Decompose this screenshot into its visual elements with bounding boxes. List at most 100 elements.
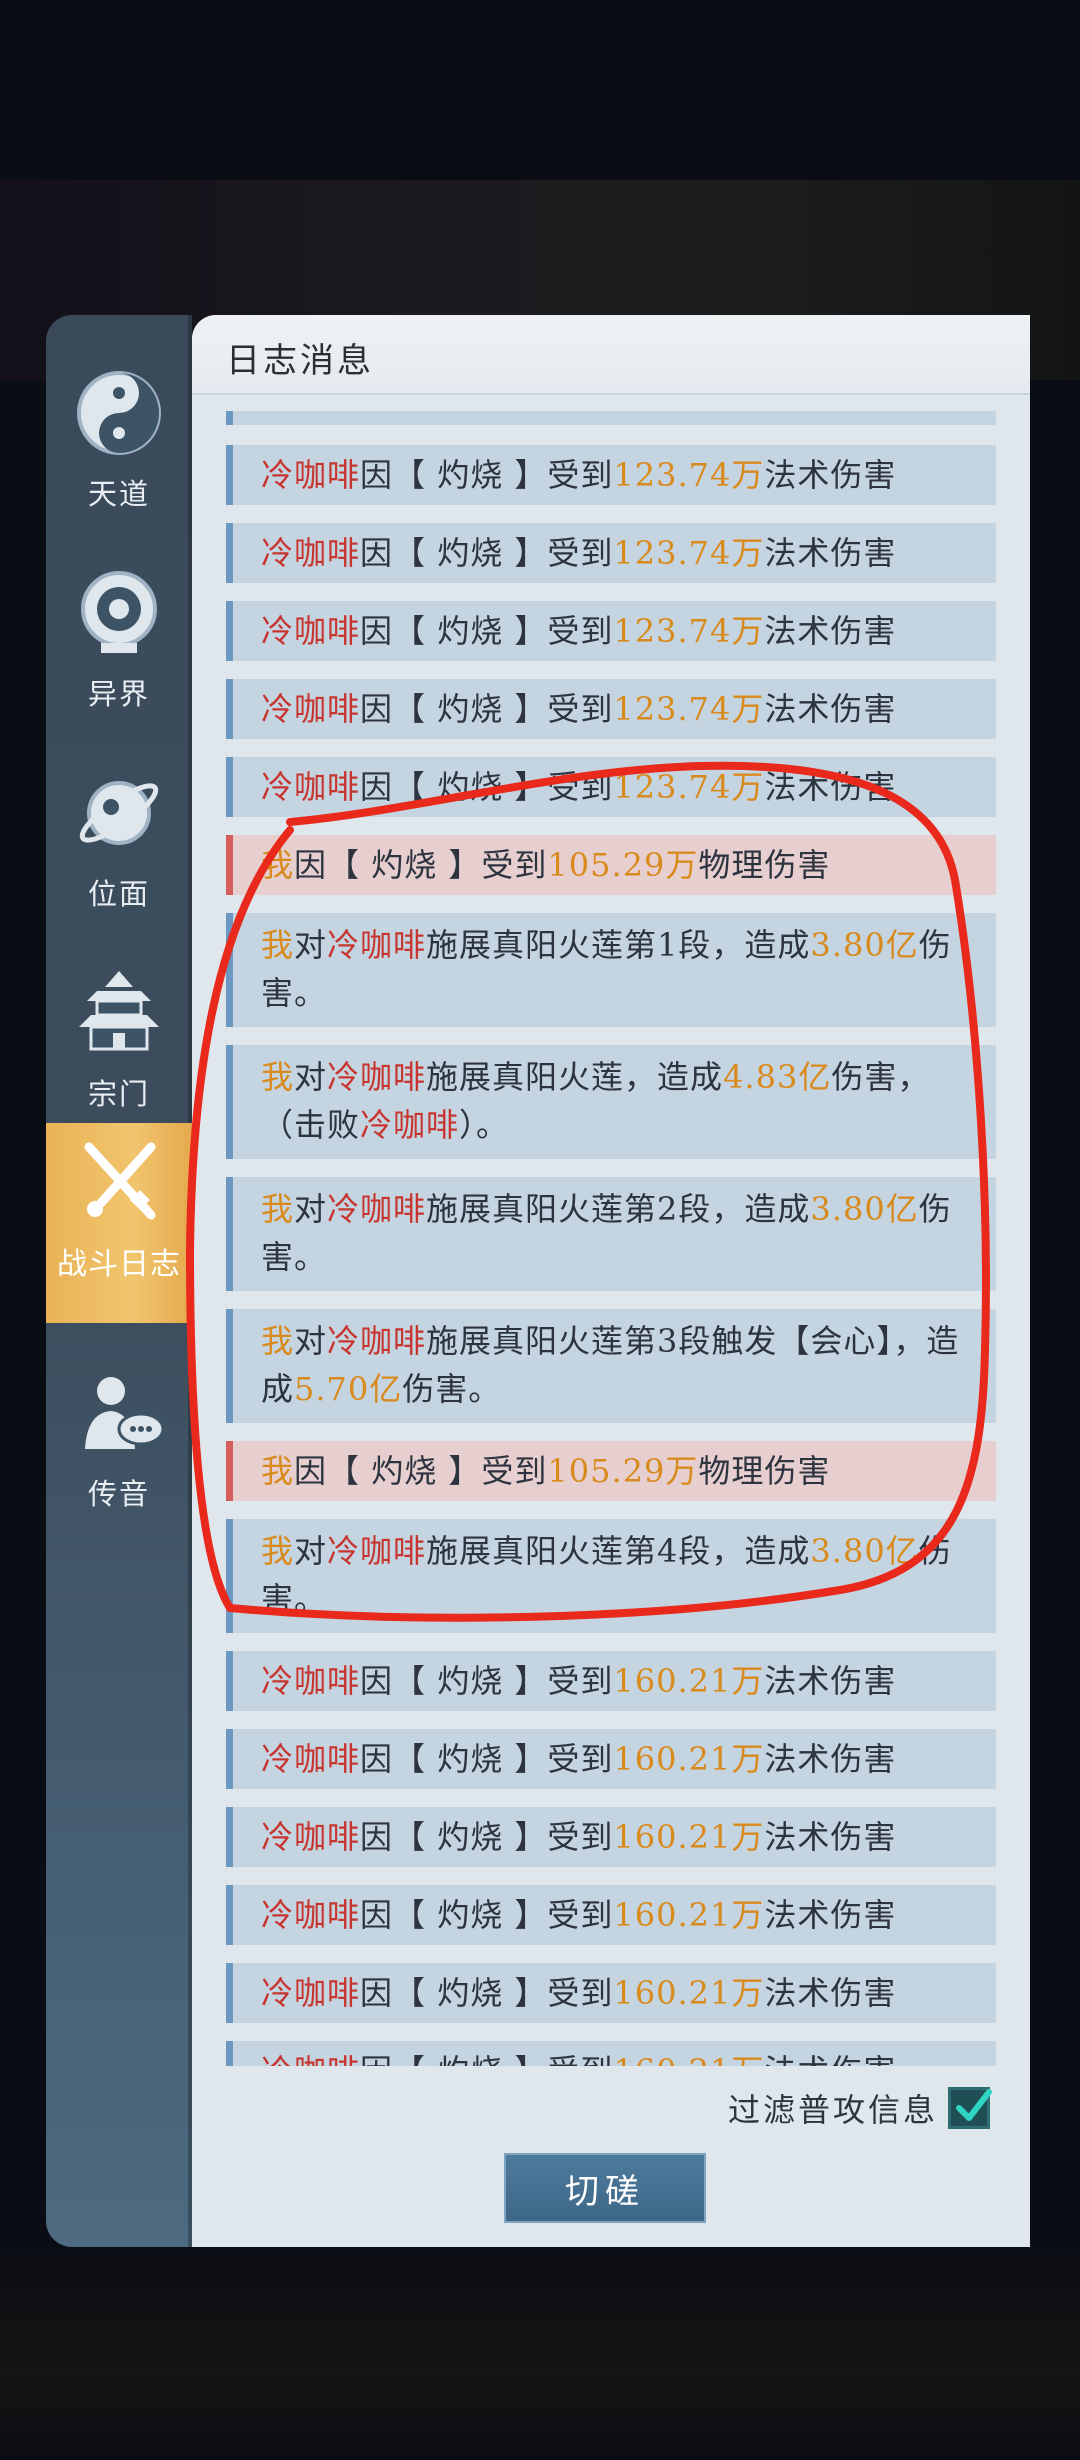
log-row-skill: 我对冷咖啡施展真阳火莲第3段触发【会心】，造成5.70亿伤害。 <box>226 1309 996 1423</box>
victim-name: 冷咖啡 <box>261 1818 361 1856</box>
log-row-skill: 我对冷咖啡施展真阳火莲第4段，造成3.80亿伤害。 <box>226 1519 996 1633</box>
log-row-self-burn: 我因【 灼烧 】受到105.29万物理伤害 <box>226 1441 996 1501</box>
sidebar-item-label: 位面 <box>87 877 150 911</box>
damage-amount: 160.21万 <box>613 1896 765 1934</box>
log-row-burn: 冷咖啡因【 灼烧 】受到160.21万法术伤害 <box>226 2041 996 2066</box>
log-row-burn: 冷咖啡因【 灼烧 】受到160.21万法术伤害 <box>226 1963 996 2023</box>
log-text: 因【 灼烧 】受到 <box>360 2052 613 2066</box>
checkmark-icon <box>956 2089 992 2121</box>
victim-name: 冷咖啡 <box>261 456 361 494</box>
log-text: 因【 灼烧 】受到 <box>360 1896 614 1934</box>
log-row-burn: 冷咖啡因【 灼烧 】受到160.21万法术伤害 <box>226 1729 996 1789</box>
player-name: 我 <box>261 1532 295 1570</box>
victim-name: 冷咖啡 <box>261 1896 361 1934</box>
log-row-skill: 我对冷咖啡施展真阳火莲第1段，造成3.80亿伤害。 <box>226 913 996 1027</box>
log-text: ）。 <box>459 1106 510 1144</box>
log-text: 对 <box>294 1058 328 1096</box>
panel-header: 日志消息 <box>192 315 1030 395</box>
damage-amount: 160.21万 <box>613 1818 765 1856</box>
chat-person-icon <box>85 1377 165 1449</box>
log-text: 因【 灼烧 】受到 <box>294 1452 548 1490</box>
sidebar-item-yijie[interactable]: 异界 <box>46 555 192 745</box>
damage-type: 法术伤害 <box>764 612 897 650</box>
sidebar-item-battle-log[interactable]: 战斗日志 <box>46 1123 206 1323</box>
log-text: 对 <box>294 926 328 964</box>
log-text: 对 <box>294 1322 328 1360</box>
filter-checkbox[interactable] <box>948 2087 992 2129</box>
damage-amount: 160.21万 <box>613 1974 765 2012</box>
background-bottom <box>0 2250 1080 2460</box>
log-text: 因【 灼烧 】受到 <box>360 612 614 650</box>
defeated-name: 冷咖啡 <box>360 1106 460 1144</box>
log-row-skill: 我对冷咖啡施展真阳火莲第2段，造成3.80亿伤害。 <box>226 1177 996 1291</box>
damage-type: 法术伤害 <box>764 534 897 572</box>
skill-text: 施展真阳火莲第1段，造成 <box>426 926 811 964</box>
player-name: 我 <box>261 1452 295 1490</box>
damage-type: 法术伤害 <box>764 690 897 728</box>
target-name: 冷咖啡 <box>327 1322 427 1360</box>
pagoda-icon <box>79 971 159 1051</box>
log-text: 因【 灼烧 】受到 <box>360 534 614 572</box>
log-list[interactable]: 冷咖啡因【 灼烧 】受到123.74万法术伤害 冷咖啡因【 灼烧 】受到123.7… <box>226 411 996 2066</box>
filter-toggle[interactable]: 过滤普攻信息 <box>728 2085 992 2131</box>
victim-name: 冷咖啡 <box>261 768 361 806</box>
damage-amount: 123.74万 <box>613 612 765 650</box>
victim-name: 冷咖啡 <box>261 612 361 650</box>
skill-text: 施展真阳火莲，造成 <box>426 1058 724 1096</box>
log-text: 因【 灼烧 】受到 <box>360 1818 614 1856</box>
damage-type: 法术伤害 <box>764 456 897 494</box>
log-text: 因【 灼烧 】受到 <box>360 1740 614 1778</box>
portal-icon <box>81 571 157 653</box>
log-text: 因【 灼烧 】受到 <box>360 456 614 494</box>
damage-amount: 4.83亿 <box>723 1058 832 1096</box>
panel-title: 日志消息 <box>226 341 374 381</box>
victim-name: 冷咖啡 <box>261 2052 360 2066</box>
log-text: 对 <box>294 1190 328 1228</box>
log-text: 因【 灼烧 】受到 <box>294 846 548 884</box>
damage-type: 法术伤害 <box>764 1896 897 1934</box>
damage-type: 物理伤害 <box>698 1452 831 1490</box>
damage-amount: 3.80亿 <box>810 1190 919 1228</box>
player-name: 我 <box>261 1190 295 1228</box>
log-row-burn: 冷咖啡因【 灼烧 】受到160.21万法术伤害 <box>226 1651 996 1711</box>
spar-button[interactable]: 切磋 <box>504 2153 706 2223</box>
log-text: 因【 灼烧 】受到 <box>360 768 614 806</box>
sidebar: 天道 异界 位面 宗门 战斗日志 传音 <box>46 315 206 2247</box>
log-row-burn: 冷咖啡因【 灼烧 】受到160.21万法术伤害 <box>226 1885 996 1945</box>
sidebar-item-label: 天道 <box>87 477 150 511</box>
damage-type: 法术伤害 <box>764 1974 897 2012</box>
damage-amount: 123.74万 <box>613 534 765 572</box>
log-text: 因【 灼烧 】受到 <box>360 1974 614 2012</box>
sidebar-item-tiandao[interactable]: 天道 <box>46 355 192 545</box>
sidebar-item-weimian[interactable]: 位面 <box>46 755 192 945</box>
victim-name: 冷咖啡 <box>261 1662 361 1700</box>
planet-icon <box>79 781 159 845</box>
damage-amount: 160.21万 <box>613 2052 764 2066</box>
victim-name: 冷咖啡 <box>261 534 361 572</box>
player-name: 我 <box>261 1322 295 1360</box>
damage-type: 法术伤害 <box>764 768 897 806</box>
skill-text: 施展真阳火莲第4段，造成 <box>426 1532 811 1570</box>
victim-name: 冷咖啡 <box>261 1974 361 2012</box>
skill-text: 施展真阳火莲第2段，造成 <box>426 1190 811 1228</box>
damage-type: 法术伤害 <box>764 1740 897 1778</box>
damage-amount: 5.70亿 <box>294 1370 403 1408</box>
log-row-burn: 冷咖啡因【 灼烧 】受到160.21万法术伤害 <box>226 1807 996 1867</box>
sidebar-item-label: 异界 <box>87 677 150 711</box>
log-text: 对 <box>294 1532 328 1570</box>
log-text: 因【 灼烧 】受到 <box>360 690 614 728</box>
player-name: 我 <box>261 926 295 964</box>
damage-amount: 160.21万 <box>613 1740 765 1778</box>
log-text: 伤害。 <box>402 1370 502 1408</box>
sidebar-item-zongmen[interactable]: 宗门 <box>46 955 192 1145</box>
log-row-burn: 冷咖啡因【 灼烧 】受到123.74万法术伤害 <box>226 601 996 661</box>
target-name: 冷咖啡 <box>327 926 427 964</box>
yin-yang-icon <box>77 371 161 455</box>
log-text: 因【 灼烧 】受到 <box>360 1662 614 1700</box>
sidebar-item-chuanyin[interactable]: 传音 <box>46 1355 192 1545</box>
damage-amount: 160.21万 <box>613 1662 765 1700</box>
target-name: 冷咖啡 <box>327 1058 427 1096</box>
log-panel: 日志消息 冷咖啡因【 灼烧 】受到123.74万法术伤害 冷咖啡因【 灼烧 】受到… <box>192 315 1030 2247</box>
victim-name: 冷咖啡 <box>261 690 361 728</box>
damage-type: 物理伤害 <box>698 846 831 884</box>
